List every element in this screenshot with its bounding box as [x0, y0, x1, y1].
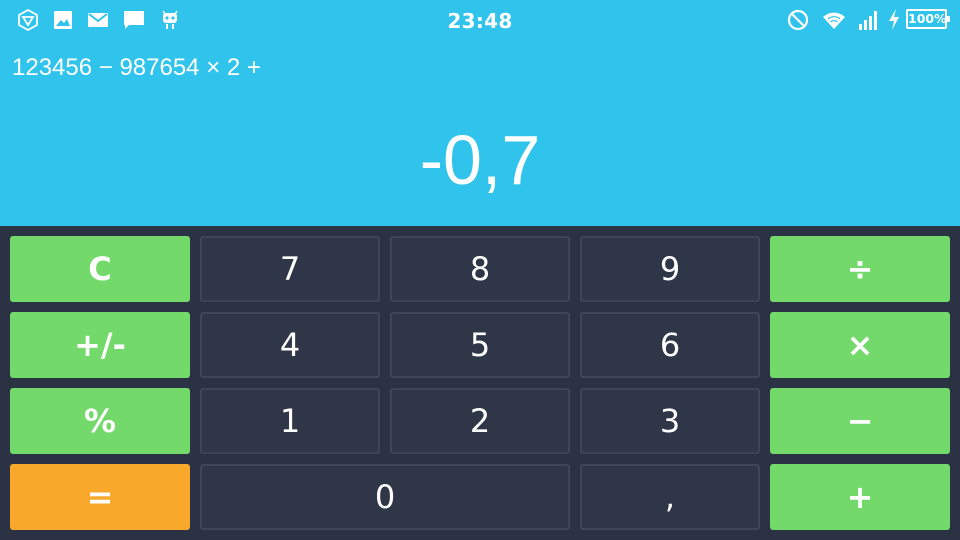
- battery-icon: 100%: [906, 9, 950, 29]
- digit-0-button[interactable]: 0: [200, 464, 570, 530]
- result-display: -0,7: [419, 121, 541, 199]
- keypad: C 7 8 9 ÷ +/- 4 5 6 × % 1 2 3 − = 0 , +: [0, 226, 960, 540]
- minus-button[interactable]: −: [770, 388, 950, 454]
- clock: 23:48: [447, 9, 513, 33]
- percent-button[interactable]: %: [10, 388, 190, 454]
- digit-7-button[interactable]: 7: [200, 236, 380, 302]
- plus-button[interactable]: +: [770, 464, 950, 530]
- display-panel: 23:48 100% 123456 − 987654 × 2 + -0,7: [0, 0, 960, 226]
- signal-icon: [857, 8, 881, 32]
- digit-6-button[interactable]: 6: [580, 312, 760, 378]
- do-not-disturb-icon: [786, 8, 810, 32]
- wifi-icon: [822, 8, 846, 32]
- decimal-comma-button[interactable]: ,: [580, 464, 760, 530]
- plus-minus-button[interactable]: +/-: [10, 312, 190, 378]
- digit-5-button[interactable]: 5: [390, 312, 570, 378]
- clear-button[interactable]: C: [10, 236, 190, 302]
- equals-button[interactable]: =: [10, 464, 190, 530]
- digit-1-button[interactable]: 1: [200, 388, 380, 454]
- digit-3-button[interactable]: 3: [580, 388, 760, 454]
- digit-8-button[interactable]: 8: [390, 236, 570, 302]
- digit-2-button[interactable]: 2: [390, 388, 570, 454]
- divide-button[interactable]: ÷: [770, 236, 950, 302]
- expression-display: 123456 − 987654 × 2 +: [12, 54, 261, 81]
- multiply-button[interactable]: ×: [770, 312, 950, 378]
- charging-bolt-icon: [886, 8, 902, 32]
- digit-9-button[interactable]: 9: [580, 236, 760, 302]
- digit-4-button[interactable]: 4: [200, 312, 380, 378]
- status-bar: 23:48 100%: [0, 0, 960, 38]
